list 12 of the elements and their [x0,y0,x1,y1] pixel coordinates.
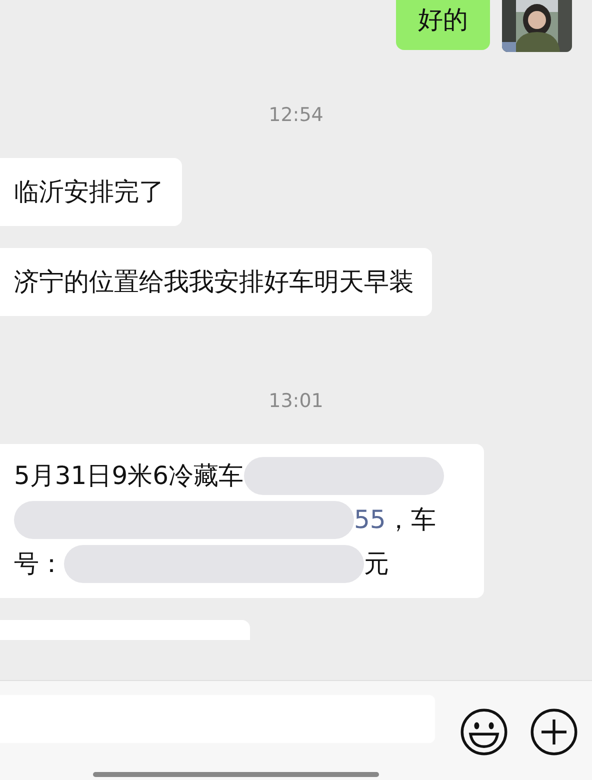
message-text: ，车 [386,504,436,536]
message-bubble: 济宁的位置给我我安排好车明天早装 [0,248,432,316]
timestamp: 13:01 [268,390,324,412]
message-text: 号： [14,548,64,580]
timestamp: 12:54 [268,104,324,126]
message-text: 元 [364,548,389,580]
message-bubble: 临沂安排完了 [0,158,182,226]
add-button[interactable] [529,707,579,757]
message-bubble: 好的 [396,0,490,50]
message-text: 5月31日9米6冷藏车 [14,460,244,492]
message-text: 55 [354,504,386,536]
emoji-button[interactable] [459,707,509,757]
